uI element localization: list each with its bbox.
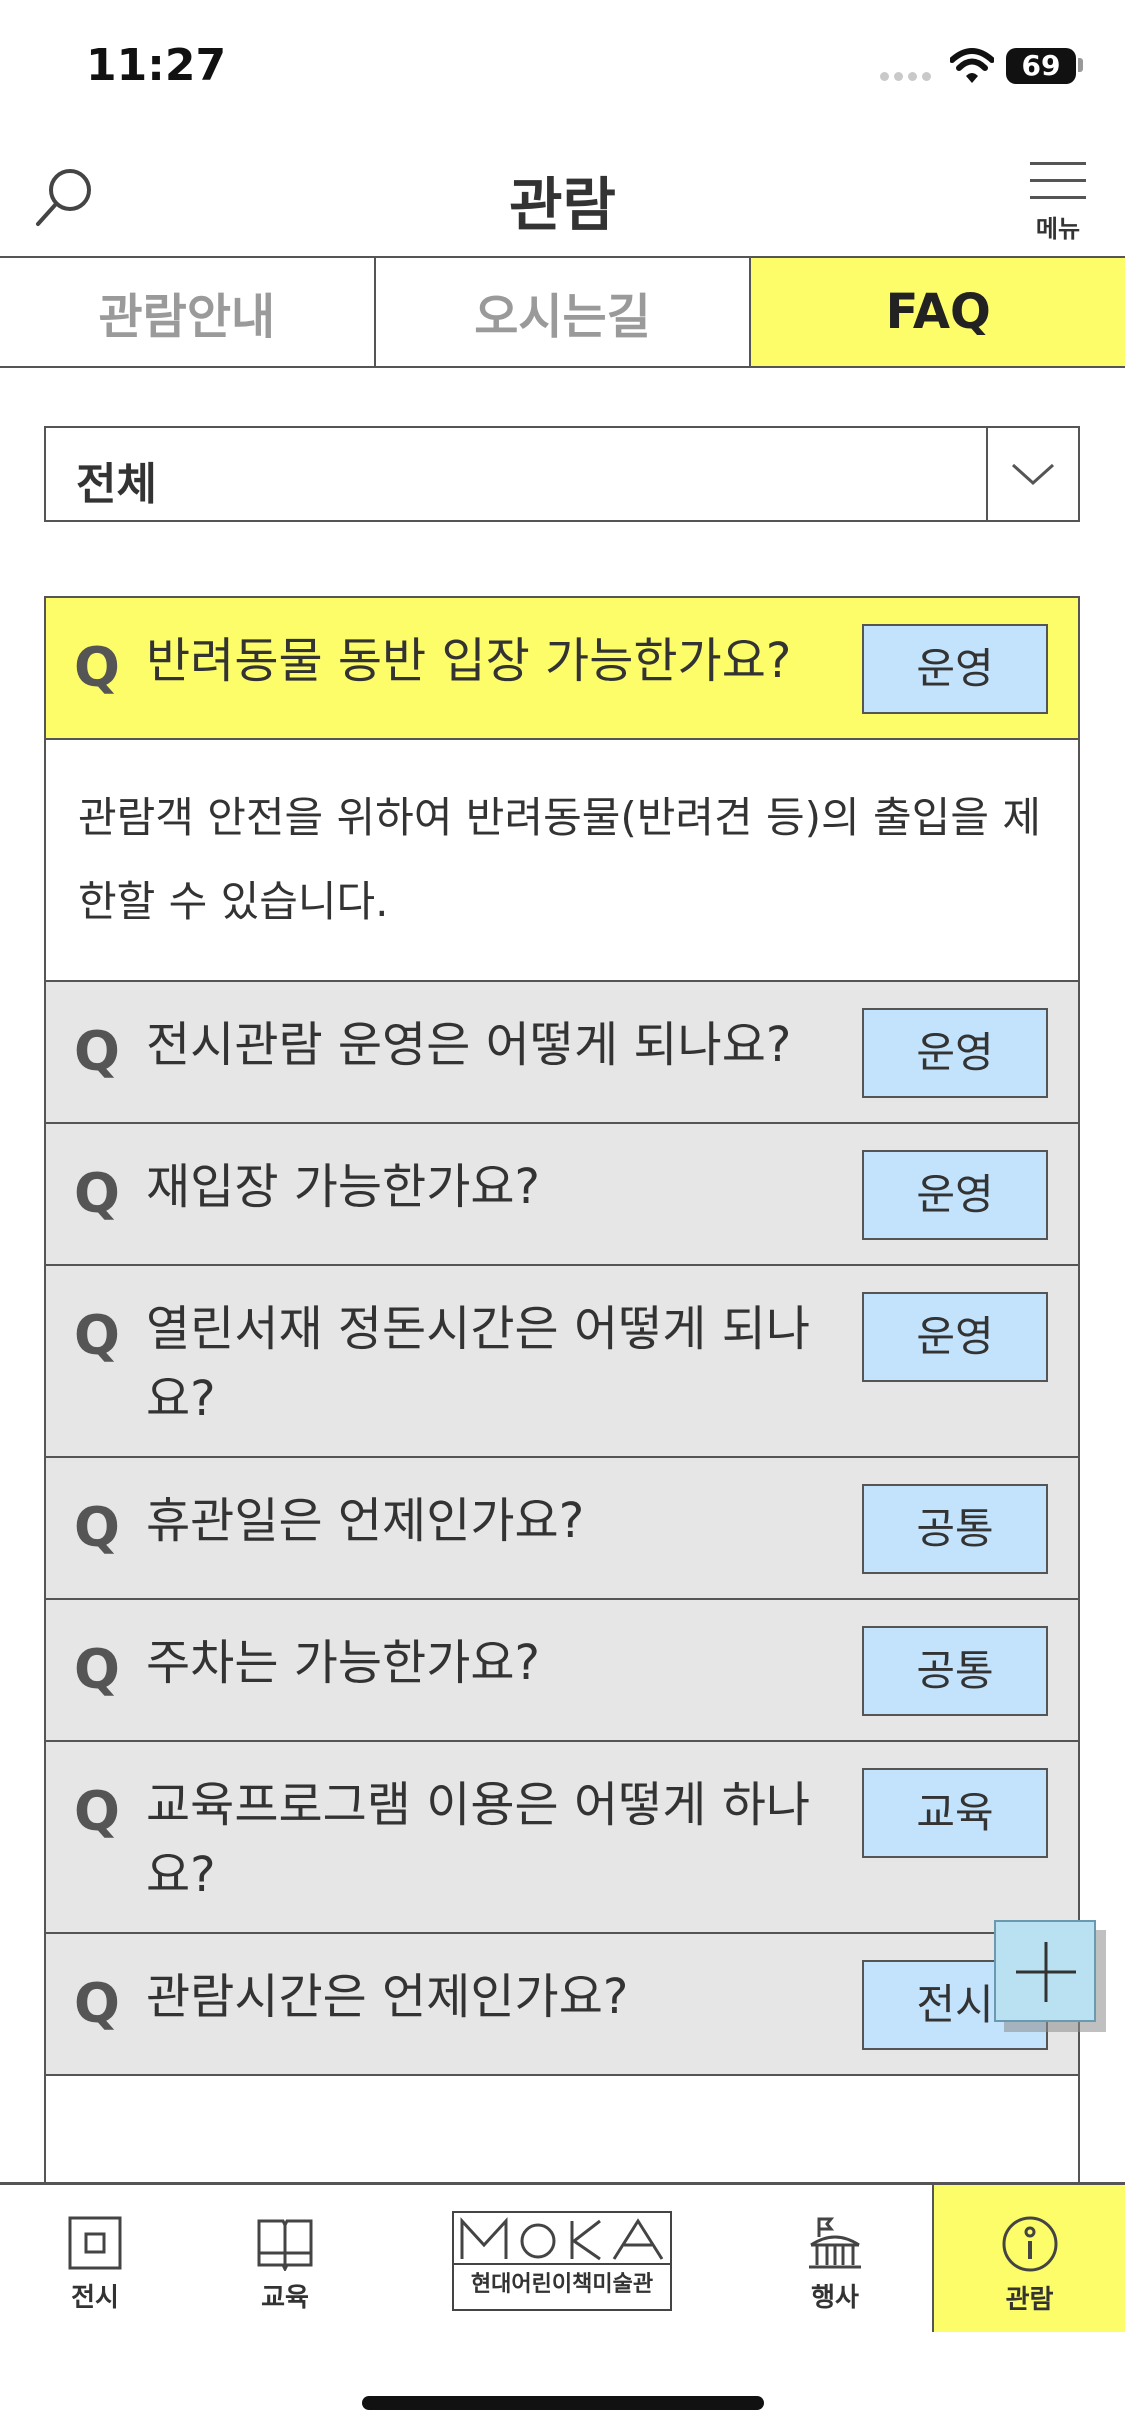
status-bar: 11:27 69 bbox=[0, 0, 1125, 132]
faq-question-row[interactable]: Q 열린서재 정돈시간은 어떻게 되나요? 운영 bbox=[46, 1266, 1078, 1456]
faq-question-row[interactable]: Q 관람시간은 언제인가요? 전시 bbox=[46, 1934, 1078, 2074]
q-icon: Q bbox=[74, 1780, 120, 1843]
floating-add-button[interactable] bbox=[994, 1920, 1096, 2022]
faq-item: Q 휴관일은 언제인가요? 공통 bbox=[46, 1458, 1078, 1600]
faq-question-row[interactable]: Q 휴관일은 언제인가요? 공통 bbox=[46, 1458, 1078, 1598]
faq-question: 교육프로그램 이용은 어떻게 하나요? bbox=[146, 1777, 811, 1903]
cellular-signal-icon bbox=[880, 72, 936, 84]
faq-question: 관람시간은 언제인가요? bbox=[146, 1969, 629, 2025]
q-icon: Q bbox=[74, 636, 120, 699]
battery-icon: 69 bbox=[1006, 48, 1076, 84]
museum-logo[interactable]: 현대어린이책미술관 bbox=[452, 2211, 672, 2311]
nav-label: 관람 bbox=[1005, 2285, 1054, 2315]
tab-bar: 관람안내 오시는길 FAQ bbox=[0, 258, 1125, 368]
chevron-down-icon bbox=[1011, 463, 1055, 486]
category-badge: 운영 bbox=[862, 1150, 1048, 1240]
home-indicator-area bbox=[0, 2332, 1125, 2436]
category-select-value: 전체 bbox=[76, 459, 157, 510]
select-dropdown-button[interactable] bbox=[986, 428, 1078, 520]
faq-question-row[interactable]: Q 반려동물 동반 입장 가능한가요? 운영 bbox=[46, 598, 1078, 738]
bottom-nav: 전시 교육 현대어린이책미술관 행사 관람 bbox=[0, 2182, 1125, 2335]
faq-question: 반려동물 동반 입장 가능한가요? bbox=[146, 633, 792, 689]
nav-item-event[interactable]: 행사 bbox=[780, 2185, 890, 2335]
faq-answer: 관람객 안전을 위하여 반려동물(반려견 등)의 출입을 제한할 수 있습니다. bbox=[46, 738, 1078, 980]
nav-label: 행사 bbox=[811, 2283, 859, 2313]
faq-question: 휴관일은 언제인가요? bbox=[146, 1493, 585, 1549]
nav-label: 교육 bbox=[261, 2283, 309, 2313]
q-icon: Q bbox=[74, 1496, 120, 1559]
info-icon bbox=[1002, 2216, 1057, 2272]
faq-question: 재입장 가능한가요? bbox=[146, 1159, 541, 1215]
category-badge: 공통 bbox=[862, 1626, 1048, 1716]
nav-label: 전시 bbox=[71, 2283, 119, 2313]
faq-item: Q 관람시간은 언제인가요? 전시 bbox=[46, 1934, 1078, 2076]
faq-item: Q 재입장 가능한가요? 운영 bbox=[46, 1124, 1078, 1266]
category-badge: 운영 bbox=[862, 624, 1048, 714]
category-badge: 운영 bbox=[862, 1292, 1048, 1382]
moka-logo-icon bbox=[460, 2217, 664, 2261]
faq-question: 주차는 가능한가요? bbox=[146, 1635, 541, 1691]
menu-label: 메뉴 bbox=[1035, 215, 1081, 243]
nav-item-education[interactable]: 교육 bbox=[230, 2185, 340, 2335]
plus-icon bbox=[1016, 1942, 1076, 2002]
event-icon bbox=[809, 2217, 861, 2269]
status-time: 11:27 bbox=[86, 40, 227, 91]
wifi-icon bbox=[949, 46, 995, 86]
faq-question: 열린서재 정돈시간은 어떻게 되나요? bbox=[146, 1301, 811, 1427]
category-badge: 교육 bbox=[862, 1768, 1048, 1858]
q-icon: Q bbox=[74, 1304, 120, 1367]
faq-question-row[interactable]: Q 전시관람 운영은 어떻게 되나요? 운영 bbox=[46, 982, 1078, 1122]
nav-item-visit[interactable]: 관람 bbox=[932, 2185, 1125, 2335]
faq-question-row[interactable]: Q 주차는 가능한가요? 공통 bbox=[46, 1600, 1078, 1740]
faq-question-row[interactable]: Q 재입장 가능한가요? 운영 bbox=[46, 1124, 1078, 1264]
app-header: 관람 메뉴 bbox=[0, 132, 1125, 258]
faq-question-row[interactable]: Q 교육프로그램 이용은 어떻게 하나요? 교육 bbox=[46, 1742, 1078, 1932]
tab-directions[interactable]: 오시는길 bbox=[376, 258, 752, 366]
menu-button[interactable]: 메뉴 bbox=[1030, 162, 1092, 243]
q-icon: Q bbox=[74, 1162, 120, 1225]
tab-faq[interactable]: FAQ bbox=[751, 258, 1125, 366]
home-indicator[interactable] bbox=[362, 2396, 764, 2410]
faq-question: 전시관람 운영은 어떻게 되나요? bbox=[146, 1017, 792, 1073]
page-title: 관람 bbox=[509, 171, 616, 239]
q-icon: Q bbox=[74, 1972, 120, 2035]
exhibition-icon bbox=[68, 2216, 122, 2270]
category-badge: 공통 bbox=[862, 1484, 1048, 1574]
faq-item: Q 주차는 가능한가요? 공통 bbox=[46, 1600, 1078, 1742]
nav-item-exhibition[interactable]: 전시 bbox=[40, 2185, 150, 2335]
q-icon: Q bbox=[74, 1638, 120, 1701]
faq-item: Q 반려동물 동반 입장 가능한가요? 운영 관람객 안전을 위하여 반려동물(… bbox=[46, 598, 1078, 982]
tab-visit-guide[interactable]: 관람안내 bbox=[0, 258, 376, 366]
faq-item: Q 열린서재 정돈시간은 어떻게 되나요? 운영 bbox=[46, 1266, 1078, 1458]
battery-tip bbox=[1078, 58, 1083, 72]
category-select[interactable]: 전체 bbox=[44, 426, 1080, 522]
hamburger-icon bbox=[1030, 162, 1092, 199]
book-icon bbox=[257, 2219, 313, 2271]
q-icon: Q bbox=[74, 1020, 120, 1083]
logo-text: 현대어린이책미술관 bbox=[454, 2263, 670, 2305]
faq-item: Q 전시관람 운영은 어떻게 되나요? 운영 bbox=[46, 982, 1078, 1124]
category-badge: 운영 bbox=[862, 1008, 1048, 1098]
faq-item: Q 교육프로그램 이용은 어떻게 하나요? 교육 bbox=[46, 1742, 1078, 1934]
faq-list: Q 반려동물 동반 입장 가능한가요? 운영 관람객 안전을 위하여 반려동물(… bbox=[44, 596, 1080, 2182]
